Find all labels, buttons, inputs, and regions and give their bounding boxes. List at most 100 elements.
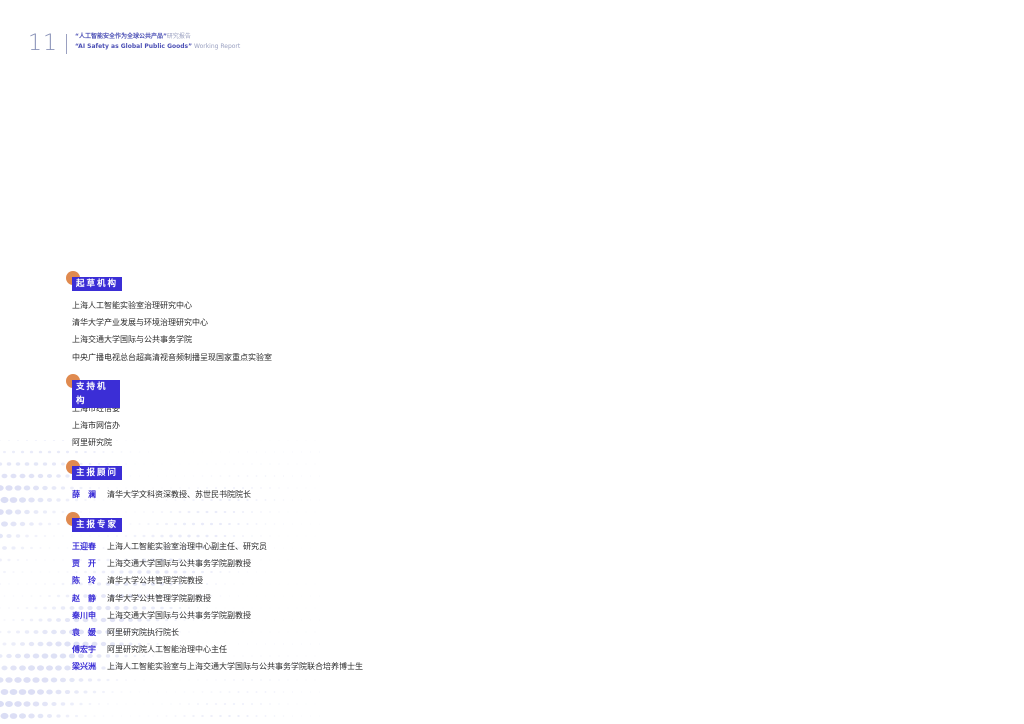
decorative-dot [278, 679, 280, 681]
decorative-dot [48, 594, 51, 598]
decorative-dot [282, 475, 285, 477]
decorative-dot [74, 690, 79, 694]
decorative-dot [169, 510, 173, 514]
decorative-dot [43, 440, 47, 441]
decorative-dot [21, 571, 24, 573]
decorative-dot [305, 703, 307, 705]
decorative-dot [287, 703, 289, 705]
decorative-dot [29, 522, 34, 526]
decorative-dot [196, 510, 200, 514]
decorative-dot [52, 535, 56, 537]
decorative-dot [30, 595, 33, 597]
decorative-dot [314, 463, 316, 465]
decorative-dot [228, 715, 231, 717]
decorative-dot [57, 571, 60, 573]
decorative-dot [269, 463, 271, 465]
decorative-dot [51, 486, 57, 490]
person-name: 王迎春 [72, 542, 96, 551]
decorative-dot [1, 521, 8, 527]
decorative-dot [201, 715, 204, 717]
decorative-dot [305, 511, 307, 513]
decorative-dot [14, 701, 22, 707]
person-role: 上海人工智能实验室与上海交通大学国际与公共事务学院联合培养博士生 [107, 662, 363, 672]
decorative-dot [11, 450, 16, 454]
decorative-dot [291, 715, 294, 717]
decorative-dot [57, 547, 60, 549]
decorative-dot [273, 451, 276, 453]
decorative-dot [251, 487, 253, 489]
decorative-dot [134, 679, 136, 681]
decorative-dot [260, 487, 262, 489]
decorative-dot [0, 630, 2, 634]
decorative-dot [19, 473, 26, 479]
decorative-dot [305, 487, 307, 489]
decorative-dot [210, 691, 213, 693]
decorative-dot [106, 463, 110, 465]
decorative-dot [47, 450, 52, 454]
decorative-dot [174, 691, 177, 693]
decorative-dot [14, 509, 22, 515]
decorative-dot [124, 679, 128, 681]
decorative-dot [35, 583, 37, 585]
decorative-dot [179, 679, 181, 681]
decorative-dot [61, 582, 65, 586]
decorative-dot [34, 440, 38, 441]
person-row: 王迎春 上海人工智能实验室治理中心副主任、研究员 [72, 538, 363, 555]
decorative-dot [23, 701, 31, 707]
person-row: 梁兴洲 上海人工智能实验室与上海交通大学国际与公共事务学院联合培养博士生 [72, 658, 363, 675]
decorative-dot [147, 691, 150, 693]
decorative-dot [87, 678, 93, 682]
person-role: 清华大学文科资深教授、苏世民书院院长 [107, 490, 251, 499]
decorative-dot [8, 440, 10, 441]
list-item: 阿里研究院 [72, 438, 112, 448]
decorative-dot [138, 715, 141, 717]
decorative-dot [20, 546, 25, 550]
decorative-dot [309, 499, 312, 501]
decorative-dot [15, 462, 21, 466]
decorative-dot [152, 703, 154, 705]
decorative-dot [246, 691, 249, 693]
decorative-dot [116, 703, 118, 705]
person-name: 贾 开 [72, 559, 96, 569]
decorative-dot [260, 703, 262, 705]
decorative-dot [165, 715, 168, 717]
decorative-dot [260, 511, 262, 513]
decorative-dot [278, 487, 280, 489]
person-row: 陈 玲 清华大学公共管理学院教授 [72, 572, 363, 589]
decorative-dot [16, 607, 20, 609]
decorative-dot [269, 703, 271, 705]
decorative-dot [30, 546, 33, 550]
decorative-dot [183, 451, 186, 453]
person-role: 阿里研究院执行院长 [107, 627, 179, 637]
decorative-dot [214, 510, 218, 514]
decorative-dot [15, 653, 21, 659]
person-role: 上海交通大学国际与公共事务学院副教授 [107, 610, 251, 620]
decorative-dot [269, 487, 271, 489]
decorative-dot [138, 451, 141, 453]
decorative-dot [170, 463, 172, 465]
decorative-dot [102, 715, 105, 717]
decorative-dot [10, 473, 17, 479]
decorative-dot [61, 440, 65, 441]
person-name: 傅宏宇 [72, 645, 96, 655]
decorative-dot [120, 451, 123, 453]
decorative-dot [264, 691, 267, 693]
decorative-dot [0, 509, 4, 515]
decorative-dot [129, 451, 132, 453]
decorative-dot [0, 700, 5, 708]
decorative-dot [107, 511, 109, 513]
decorative-dot [2, 546, 7, 550]
decorative-dot [269, 511, 271, 513]
decorative-dot [3, 619, 6, 621]
decorative-dot [59, 677, 67, 683]
decorative-dot [278, 463, 280, 465]
decorative-dot [264, 451, 267, 453]
decorative-dot [219, 691, 222, 693]
decorative-dot [192, 715, 195, 717]
decorative-dot [152, 463, 154, 465]
decorative-dot [55, 665, 62, 671]
decorative-dot [56, 498, 61, 502]
decorative-dot [0, 583, 2, 585]
decorative-dot [28, 641, 35, 647]
decorative-dot [66, 547, 69, 549]
